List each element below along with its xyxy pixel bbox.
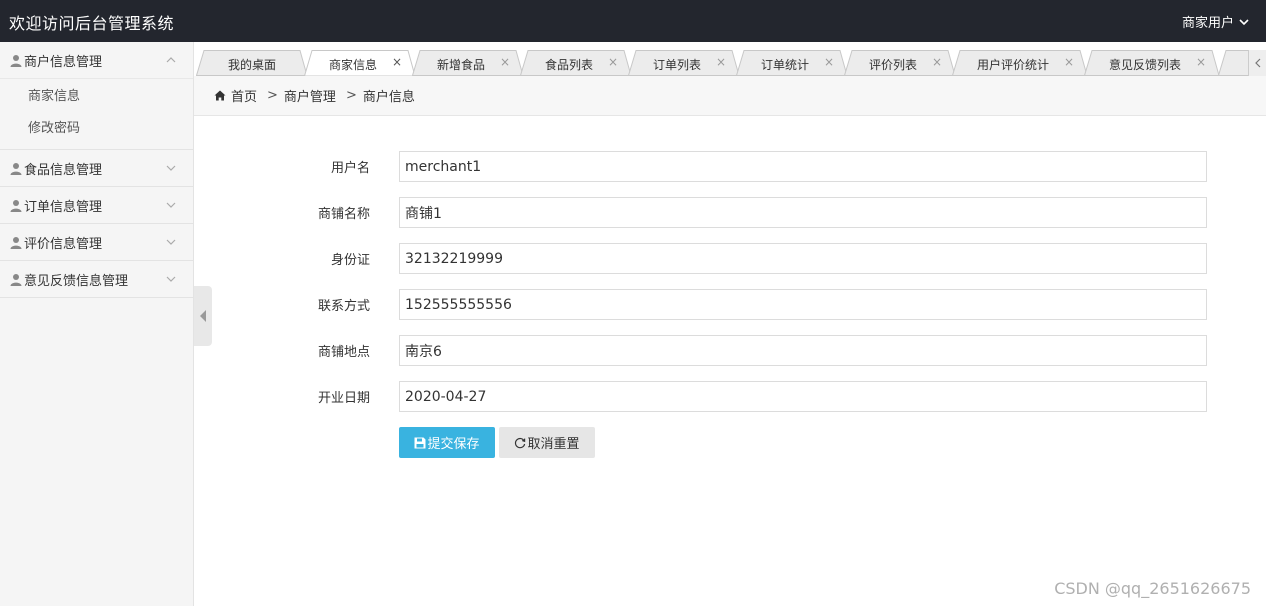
breadcrumb-separator: > [267,88,278,103]
close-icon[interactable]: × [932,55,942,69]
breadcrumb: 首页 > 商户管理 > 商户信息 [194,76,1266,116]
home-icon [214,90,226,101]
menu-head-merchant-info[interactable]: 商户信息管理 [0,42,193,78]
save-button-label: 提交保存 [427,437,480,452]
menu-head-order-info[interactable]: 订单信息管理 [0,187,193,223]
chevron-up-icon [166,57,176,63]
close-icon[interactable]: × [716,55,726,69]
chevron-down-icon [1239,18,1249,25]
contact-label: 联系方式 [317,299,370,314]
chevron-left-icon [1254,58,1260,68]
tab-my-desktop[interactable]: 我的桌面 [196,50,308,76]
tab-label: 商家信息 [328,58,377,72]
breadcrumb-current: 商户信息 [362,90,415,105]
menu-head-label: 订单信息管理 [24,199,103,215]
menu-head-label: 食品信息管理 [24,162,103,178]
menu-group-review: 评价信息管理 [0,224,193,261]
close-icon[interactable]: × [1196,55,1206,69]
form-row-id-card: 身份证 [194,243,1266,274]
merchant-info-form: 用户名 商铺名称 身份证 联系方式 商铺地点 开业日期 提交保存 取消重置 CS… [194,116,1266,606]
username-label: 用户名 [330,161,370,176]
user-icon [10,54,22,67]
menu-head-label: 评价信息管理 [24,236,103,252]
form-row-open-date: 开业日期 [194,381,1266,412]
tab-merchant-info[interactable]: 商家信息 × [304,50,416,76]
close-icon[interactable]: × [824,55,834,69]
user-icon [10,162,22,175]
menu-head-review-info[interactable]: 评价信息管理 [0,224,193,260]
tab-label: 订单列表 [652,58,701,72]
menu-head-label: 意见反馈信息管理 [24,273,129,289]
menu-head-label: 商户信息管理 [24,54,103,70]
form-row-username: 用户名 [194,151,1266,182]
tab-label: 评价列表 [868,58,917,72]
menu-group-food: 食品信息管理 [0,150,193,187]
menu-head-feedback-info[interactable]: 意见反馈信息管理 [0,261,193,297]
tab-label: 用户评价统计 [976,58,1049,72]
breadcrumb-merchant-management[interactable]: 商户管理 [284,86,336,105]
chevron-down-icon [166,276,176,282]
tab-label: 食品列表 [544,58,593,72]
breadcrumb-separator: > [345,88,357,103]
tab-label: 意见反馈列表 [1108,58,1181,72]
id-card-field[interactable] [399,243,1207,274]
refresh-icon [515,437,526,448]
menu-group-order: 订单信息管理 [0,187,193,224]
open-date-field[interactable] [399,381,1207,412]
user-icon [10,236,22,249]
app-title: 欢迎访问后台管理系统 [9,14,175,33]
sidebar-item-merchant-info[interactable]: 商家信息 [0,81,193,113]
top-header: 欢迎访问后台管理系统 商家用户 [0,0,1266,42]
shop-name-label: 商铺名称 [317,207,370,222]
open-date-label: 开业日期 [317,391,370,406]
user-icon [10,273,22,286]
user-menu[interactable]: 商家用户 [1182,12,1250,31]
shop-address-label: 商铺地点 [317,345,370,360]
save-icon [414,437,426,448]
close-icon[interactable]: × [500,55,510,69]
cancel-reset-button[interactable]: 取消重置 [499,427,595,458]
tab-food-list[interactable]: 食品列表 × [520,50,632,76]
form-row-shop-name: 商铺名称 [194,197,1266,228]
menu-group-feedback: 意见反馈信息管理 [0,261,193,298]
tab-label: 订单统计 [760,58,809,72]
sidebar-item-change-password[interactable]: 修改密码 [0,113,193,145]
submenu-merchant: 商家信息 修改密码 [0,78,193,149]
tab-review-list[interactable]: 评价列表 × [844,50,956,76]
tab-bar: 我的桌面 商家信息 × 新增食品 × 食品列表 × 订单列表 × 订单统计 × … [194,42,1266,76]
form-row-contact: 联系方式 [194,289,1266,320]
shop-name-field[interactable] [399,197,1207,228]
tab-label: 新增食品 [436,58,485,72]
tab-scroll-button[interactable] [1248,50,1266,76]
username-field[interactable] [399,151,1207,182]
tab-label: 我的桌面 [227,58,276,72]
chevron-down-icon [166,202,176,208]
user-icon [10,199,22,212]
tab-add-food[interactable]: 新增食品 × [412,50,524,76]
close-icon[interactable]: × [1064,55,1074,69]
chevron-down-icon [166,165,176,171]
breadcrumb-home[interactable]: 首页 [231,86,257,105]
user-menu-label: 商家用户 [1181,16,1234,31]
close-icon[interactable]: × [392,55,402,69]
chevron-down-icon [166,239,176,245]
shop-address-field[interactable] [399,335,1207,366]
menu-group-merchant: 商户信息管理 商家信息 修改密码 [0,42,193,150]
watermark: CSDN @qq_2651626675 [1054,579,1251,598]
sidebar: 商户信息管理 商家信息 修改密码 食品信息管理 订单信息管理 评价信息管理 意见… [0,42,194,606]
tab-order-stats[interactable]: 订单统计 × [736,50,848,76]
id-card-label: 身份证 [330,253,370,268]
tab-feedback-list[interactable]: 意见反馈列表 × [1084,50,1220,76]
menu-head-food-info[interactable]: 食品信息管理 [0,150,193,186]
reset-button-label: 取消重置 [527,437,580,452]
submit-save-button[interactable]: 提交保存 [399,427,495,458]
form-row-shop-address: 商铺地点 [194,335,1266,366]
close-icon[interactable]: × [608,55,618,69]
tab-order-list[interactable]: 订单列表 × [628,50,740,76]
contact-field[interactable] [399,289,1207,320]
tab-user-review-stats[interactable]: 用户评价统计 × [952,50,1088,76]
